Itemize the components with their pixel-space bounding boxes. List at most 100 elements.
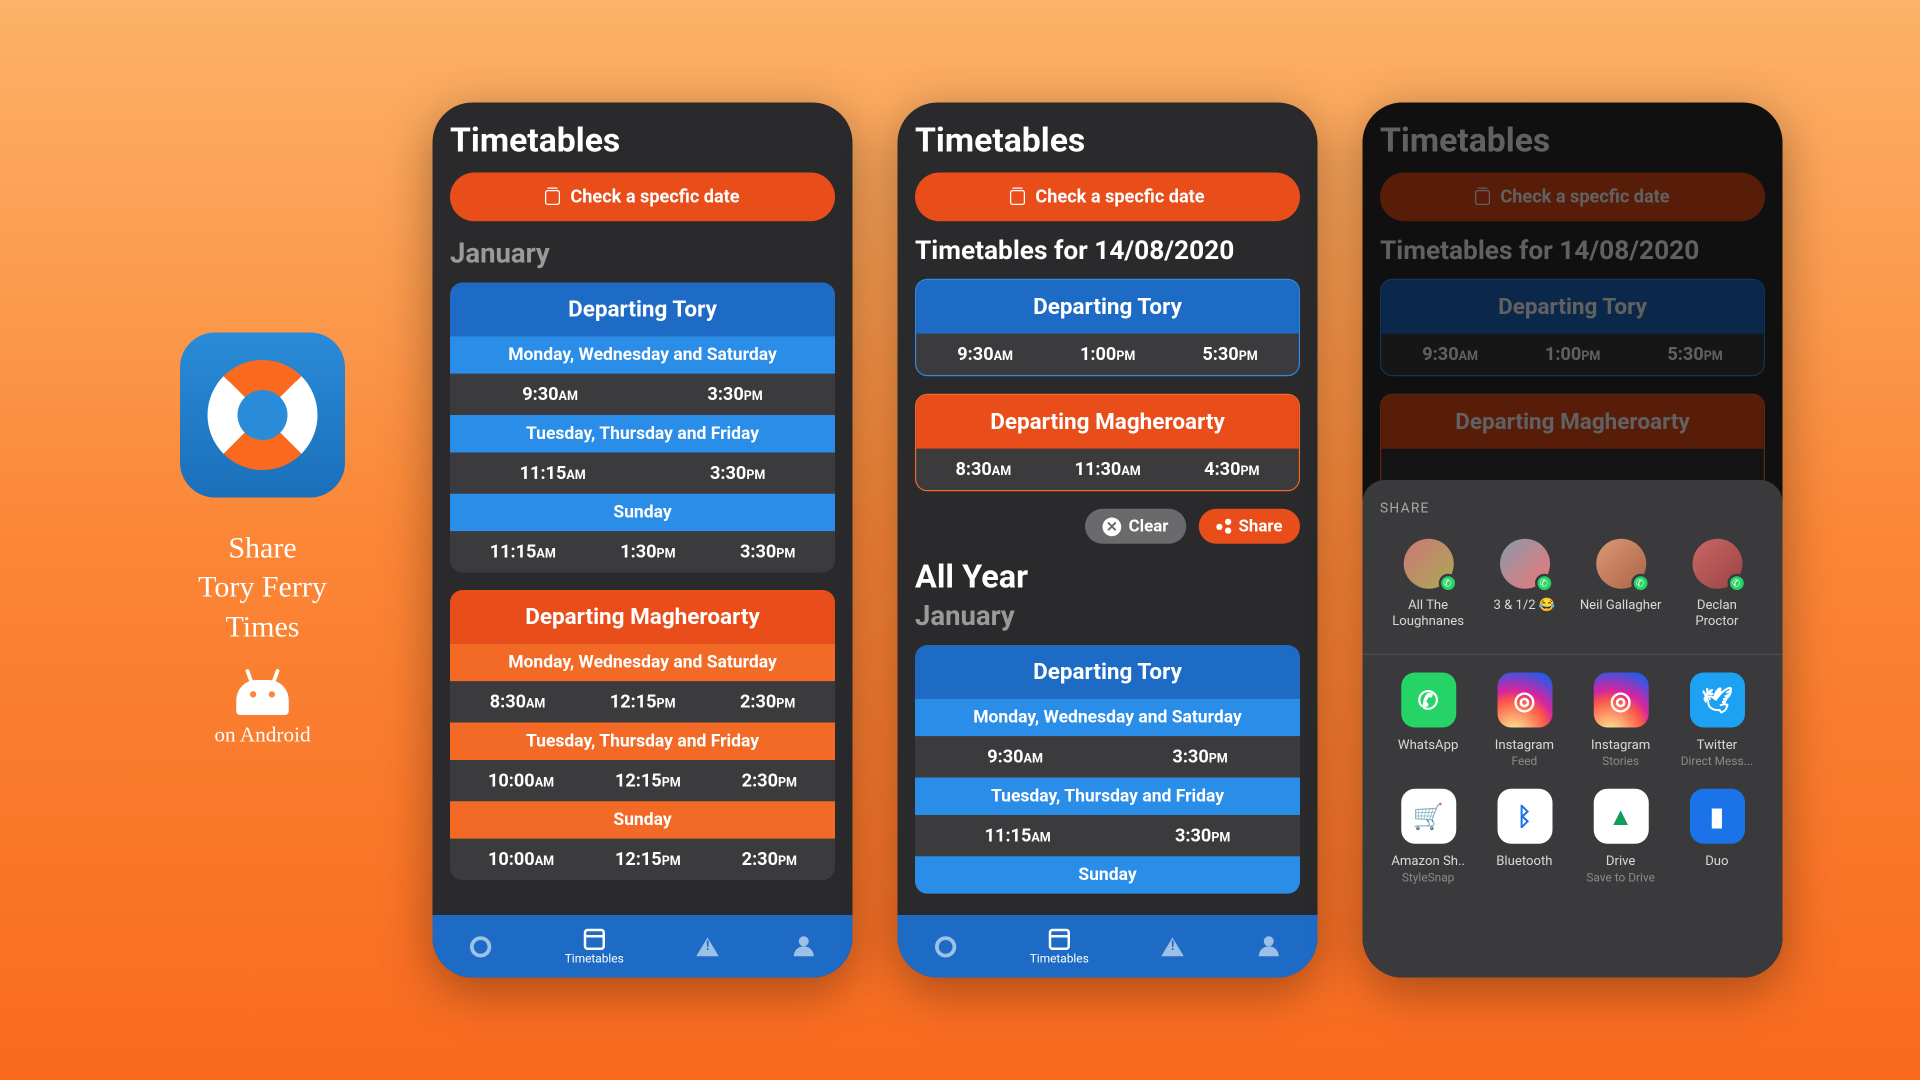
date-heading: Timetables for 14/08/2020	[915, 236, 1300, 266]
time: 1:00PM	[1080, 344, 1135, 365]
time: 1:30PM	[620, 541, 675, 562]
calendar-icon	[584, 928, 605, 949]
time: 2:30PM	[742, 849, 797, 870]
share-app[interactable]: ᛒBluetooth	[1482, 789, 1567, 885]
check-date-button[interactable]: Check a specfic date	[450, 173, 835, 222]
time: 3:30PM	[740, 541, 795, 562]
check-date-label: Check a specfic date	[1035, 186, 1204, 207]
app-sub: Save to Drive	[1586, 872, 1655, 886]
time: 9:30AM	[957, 344, 1013, 365]
card-sub: Tuesday, Thursday and Friday	[915, 778, 1300, 816]
time: 3:30PM	[707, 384, 762, 405]
app-sub: Direct Mess...	[1681, 755, 1753, 769]
whatsapp-badge-icon: ✆	[1631, 574, 1650, 593]
tab-home[interactable]	[933, 934, 958, 959]
app-name: WhatsApp	[1398, 737, 1458, 753]
tab-alerts[interactable]	[1160, 934, 1185, 959]
tab-account[interactable]	[792, 934, 817, 959]
user-icon	[1259, 936, 1279, 956]
timetable-card-magheroarty: Departing Magheroarty Monday, Wednesday …	[450, 590, 835, 880]
time: 3:30PM	[1172, 746, 1227, 767]
intro-column: Share Tory Ferry Times on Android	[138, 333, 388, 747]
card-sub: Tuesday, Thursday and Friday	[450, 723, 835, 761]
tab-account[interactable]	[1257, 934, 1282, 959]
user-icon	[794, 936, 814, 956]
close-icon: ✕	[1102, 517, 1121, 536]
app-sub: Stories	[1602, 755, 1639, 769]
all-year-heading: All Year	[915, 559, 1300, 597]
share-app[interactable]: ◎InstagramFeed	[1482, 673, 1567, 769]
card-sub: Sunday	[450, 801, 835, 839]
check-date-label: Check a specfic date	[570, 186, 739, 207]
instagram-icon: ◎	[1593, 673, 1648, 728]
check-date-button[interactable]: Check a specfic date	[915, 173, 1300, 222]
timetable-card-tory: Departing Tory Monday, Wednesday and Sat…	[450, 283, 835, 573]
calendar-icon	[1049, 928, 1070, 949]
share-label: Share	[1238, 516, 1282, 536]
share-sheet: SHARE ✆All The Loughnanes ✆3 & 1/2 😂 ✆Ne…	[1363, 480, 1783, 978]
tabbar: Timetables	[898, 915, 1318, 978]
drive-icon: ▲	[1593, 789, 1648, 844]
app-sub: StyleSnap	[1402, 872, 1454, 886]
calendar-icon	[1010, 189, 1025, 204]
clear-button[interactable]: ✕ Clear	[1085, 509, 1186, 544]
share-contact[interactable]: ✆All The Loughnanes	[1386, 539, 1471, 629]
time: 10:00AM	[488, 849, 554, 870]
share-app[interactable]: ▮Duo	[1674, 789, 1759, 885]
times-row: 9:30AM 1:00PM 5:30PM	[916, 334, 1299, 375]
android-icon	[236, 680, 289, 715]
separator	[1363, 654, 1783, 655]
whatsapp-badge-icon: ✆	[1534, 574, 1553, 593]
app-name: Drive	[1606, 853, 1635, 869]
app-icon	[180, 333, 345, 498]
time: 11:15AM	[520, 463, 586, 484]
times-row: 10:00AM 12:15PM 2:30PM	[450, 839, 835, 880]
times-row: 9:30AM 3:30PM	[915, 736, 1300, 777]
share-app[interactable]: 🕊TwitterDirect Mess...	[1674, 673, 1759, 769]
tab-alerts[interactable]	[695, 934, 720, 959]
times-row: 10:00AM 12:15PM 2:30PM	[450, 760, 835, 801]
calendar-icon	[545, 189, 560, 204]
tab-timetables[interactable]: Timetables	[1030, 926, 1089, 966]
card-header: Departing Tory	[450, 283, 835, 337]
tab-label: Timetables	[565, 953, 624, 967]
card-header: Departing Tory	[916, 280, 1299, 334]
times-row: 11:15AM 1:30PM 3:30PM	[450, 531, 835, 572]
avatar: ✆	[1596, 539, 1646, 589]
app-name: Instagram	[1591, 737, 1650, 753]
app-name: Amazon Sh..	[1391, 853, 1465, 869]
date-card-magheroarty: Departing Magheroarty 8:30AM 11:30AM 4:3…	[915, 394, 1300, 492]
share-button[interactable]: Share	[1198, 509, 1300, 544]
tab-home[interactable]	[468, 934, 493, 959]
app-sub: Feed	[1512, 755, 1538, 769]
contact-name: Neil Gallagher	[1580, 596, 1662, 612]
tab-timetables[interactable]: Timetables	[565, 926, 624, 966]
card-header: Departing Magheroarty	[450, 590, 835, 644]
share-contact[interactable]: ✆3 & 1/2 😂	[1482, 539, 1567, 629]
twitter-icon: 🕊	[1689, 673, 1744, 728]
share-app[interactable]: ◎ Instagram Stories	[1578, 673, 1663, 769]
share-app[interactable]: 🛒Amazon Sh..StyleSnap	[1386, 789, 1471, 885]
share-apps-row: 🛒Amazon Sh..StyleSnap ᛒBluetooth ▲DriveS…	[1380, 789, 1765, 885]
lifebuoy-icon	[470, 936, 491, 957]
times-row: 9:30AM 3:30PM	[450, 374, 835, 415]
time: 12:15PM	[615, 770, 681, 791]
share-app[interactable]: ▲ Drive Save to Drive	[1578, 789, 1663, 885]
time: 10:00AM	[488, 770, 554, 791]
app-name: Instagram	[1495, 737, 1554, 753]
time: 2:30PM	[740, 691, 795, 712]
share-app[interactable]: ✆WhatsApp	[1386, 673, 1471, 769]
share-contact[interactable]: ✆Declan Proctor	[1674, 539, 1759, 629]
card-sub: Monday, Wednesday and Saturday	[915, 699, 1300, 737]
share-apps-row: ✆WhatsApp ◎ Instagram Feed ◎ Instagram Stori…	[1380, 673, 1765, 769]
share-contact[interactable]: ✆ Neil Gallagher	[1578, 539, 1663, 629]
time: 11:15AM	[985, 825, 1051, 846]
page-title: Timetables	[450, 120, 835, 160]
time: 9:30AM	[522, 384, 578, 405]
share-contacts: ✆All The Loughnanes ✆3 & 1/2 😂 ✆ Neil Gal…	[1380, 539, 1765, 629]
time: 5:30PM	[1202, 344, 1257, 365]
lifebuoy-icon	[208, 360, 318, 470]
app-name: Bluetooth	[1496, 853, 1552, 869]
times-row: 8:30AM 11:30AM 4:30PM	[916, 449, 1299, 490]
lifebuoy-icon	[935, 936, 956, 957]
